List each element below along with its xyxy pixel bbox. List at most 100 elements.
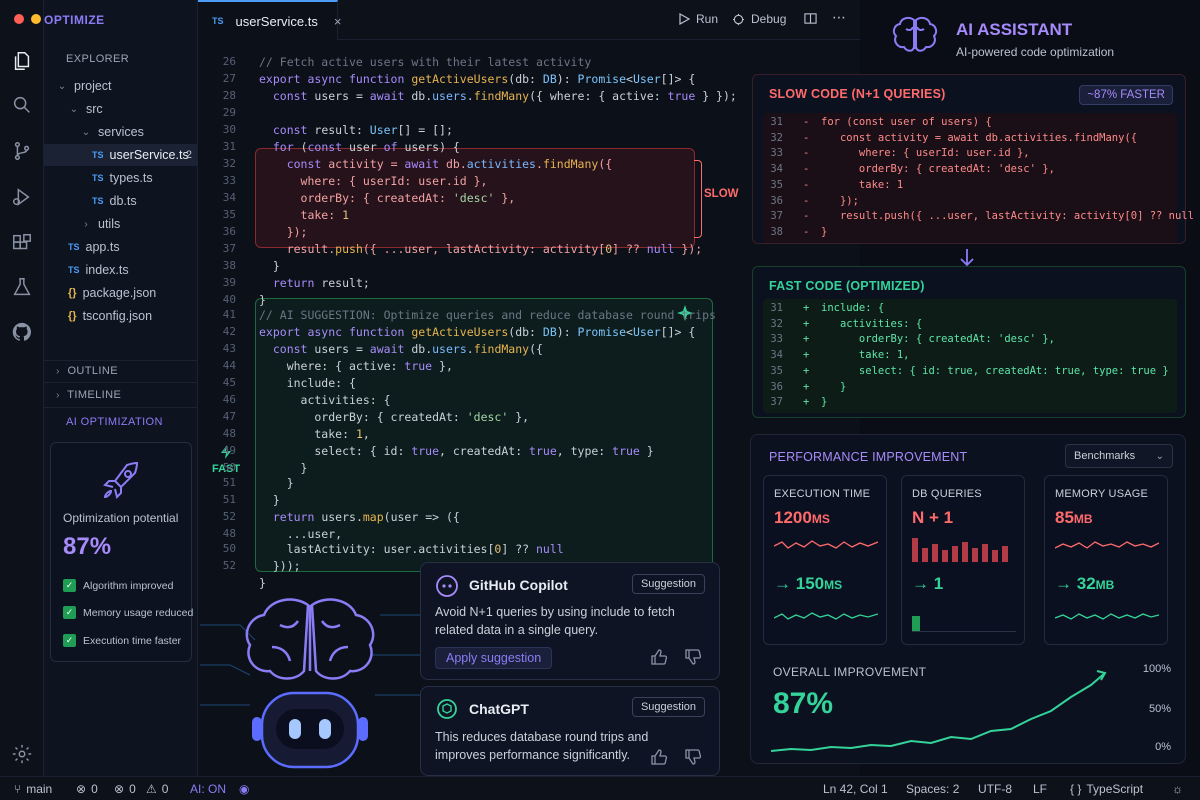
tree-item-label: utils <box>98 217 121 231</box>
line-number: 34 <box>222 191 236 204</box>
indentation[interactable]: Spaces: 2 <box>906 782 959 796</box>
flask-icon[interactable] <box>11 276 33 298</box>
cursor-position[interactable]: Ln 42, Col 1 <box>823 782 888 796</box>
tree-item[interactable]: TS index.ts <box>44 259 198 281</box>
diff-sign: - <box>803 178 810 191</box>
line-number: 40 <box>222 293 236 306</box>
timeline-section[interactable]: › TIMELINE <box>52 389 121 401</box>
line-number: 29 <box>222 106 236 119</box>
encoding[interactable]: UTF-8 <box>978 782 1012 796</box>
code-text: const result: User[] = []; <box>272 123 453 137</box>
close-window-dot[interactable] <box>14 14 24 24</box>
explorer-icon[interactable] <box>11 50 33 72</box>
warnings-count: 0 <box>129 782 136 796</box>
metric-before-value: 85 <box>1055 508 1074 527</box>
errors-count: 0 <box>91 782 98 796</box>
diff-sign: + <box>803 302 810 314</box>
code-text: const activity = await db.activities.fin… <box>286 157 613 171</box>
metric-before: 1200MS <box>774 508 830 528</box>
ai-status[interactable]: AI: ON ◉ <box>190 782 250 796</box>
run-debug-icon[interactable] <box>11 186 33 208</box>
line-number: 42 <box>222 325 236 338</box>
feedback-icon[interactable]: ☼ <box>1172 782 1183 796</box>
settings-gear-icon[interactable] <box>11 743 33 765</box>
metric-after: → 150MS <box>774 574 843 593</box>
tree-item[interactable]: {} package.json <box>44 282 198 304</box>
line-number: 43 <box>222 342 236 355</box>
typescript-icon: TS <box>212 16 224 26</box>
language-mode[interactable]: { } TypeScript <box>1070 782 1143 796</box>
tree-item-label: services <box>98 125 144 139</box>
chevron-down-icon: ⌄ <box>1155 450 1164 462</box>
diff-code: } <box>821 225 828 238</box>
split-editor-icon[interactable] <box>804 12 817 25</box>
tab-userservice[interactable]: TS userService.ts × <box>198 0 341 40</box>
diff-code: }); <box>821 194 859 207</box>
code-text: const users = await db.users.findMany({ <box>272 342 543 356</box>
code-text: }); <box>259 225 308 239</box>
json-icon: {} <box>68 310 77 322</box>
warnings-indicator[interactable]: ⊗ 0 <box>114 782 136 796</box>
debug-button[interactable]: Debug <box>732 12 786 26</box>
tree-item[interactable]: ⌄ project <box>44 75 198 97</box>
search-icon[interactable] <box>11 94 33 116</box>
line-number: 31 <box>770 116 783 128</box>
close-tab-icon[interactable]: × <box>334 14 342 29</box>
code-text: // Fetch active users with their latest … <box>259 55 592 69</box>
minimize-window-dot[interactable] <box>31 14 41 24</box>
apply-suggestion-button[interactable]: Apply suggestion <box>435 647 553 669</box>
line-number: 52 <box>222 559 236 572</box>
line-number: 30 <box>222 123 236 136</box>
extensions-icon[interactable] <box>11 232 33 254</box>
github-icon[interactable] <box>11 321 33 343</box>
more-actions-icon[interactable]: ⋯ <box>832 9 846 26</box>
tree-item[interactable]: › utils <box>44 213 198 235</box>
code-text: } <box>259 259 280 273</box>
thumbs-down-icon[interactable] <box>683 747 703 767</box>
line-number: 31 <box>770 302 783 314</box>
tab-bar: TS userService.ts × Run Debug ⋯ <box>198 0 860 40</box>
line-ending[interactable]: LF <box>1033 782 1047 796</box>
branch-indicator[interactable]: ⑂ main <box>14 782 52 796</box>
alerts-indicator[interactable]: ⚠ 0 <box>146 782 168 796</box>
metric-after-value: 1 <box>933 574 944 593</box>
thumbs-up-icon[interactable] <box>649 647 669 667</box>
source-control-icon[interactable] <box>11 140 33 162</box>
diff-sign: - <box>803 194 810 207</box>
tree-item[interactable]: TS app.ts <box>44 236 198 258</box>
errors-indicator[interactable]: ⊗ 0 <box>76 782 98 796</box>
thumbs-down-icon[interactable] <box>683 647 703 667</box>
suggestion-badge: Suggestion <box>631 697 705 717</box>
tree-item[interactable]: TS db.ts <box>44 190 198 212</box>
line-number: 36 <box>222 225 236 238</box>
tree-item-label: db.ts <box>109 194 137 208</box>
assistant-title: AI ASSISTANT <box>956 20 1073 39</box>
explorer-sidebar: EXPLORER ⌄ project ⌄ src ⌄ services TS userServ… <box>44 0 198 776</box>
tree-item[interactable]: ⌄ services <box>44 121 198 143</box>
fast-code-panel: FAST CODE (OPTIMIZED) 31 + include: {32 + a… <box>752 266 1186 418</box>
diff-code: for (const user of users) { <box>821 116 992 128</box>
braces-icon: { } <box>1070 782 1082 796</box>
outline-section[interactable]: › OUTLINE <box>52 365 118 377</box>
slow-code-panel: SLOW CODE (N+1 QUERIES) ~87% FASTER 31- f… <box>752 74 1194 244</box>
thumbs-up-icon[interactable] <box>649 747 669 767</box>
diff-sign: - <box>803 147 810 160</box>
robot-icon: ◉ <box>239 782 250 796</box>
diff-code: const activity = await db.activities.fin… <box>821 131 1138 144</box>
axis-label-100: 100% <box>1142 663 1171 675</box>
run-button[interactable]: Run <box>678 12 718 26</box>
line-number: 52 <box>222 510 236 523</box>
tree-item-label: package.json <box>82 286 157 300</box>
diff-code: result.push({ ...user, lastActivity: act… <box>821 210 1200 223</box>
tree-item[interactable]: TS userService.ts 2 <box>44 144 198 166</box>
copilot-icon <box>436 575 458 597</box>
slow-bracket <box>694 160 702 238</box>
tree-item[interactable]: TS types.ts <box>44 167 198 189</box>
code-text: const users = await db.users.findMany({ … <box>272 89 737 103</box>
tree-item[interactable]: ⌄ src <box>44 98 198 120</box>
branch-name: main <box>26 782 53 796</box>
fast-code-title: FAST CODE (OPTIMIZED) <box>769 279 925 293</box>
benchmarks-select[interactable]: Benchmarks ⌄ <box>1065 444 1173 468</box>
tree-item[interactable]: {} tsconfig.json <box>44 305 198 327</box>
before-bars <box>912 538 1008 562</box>
